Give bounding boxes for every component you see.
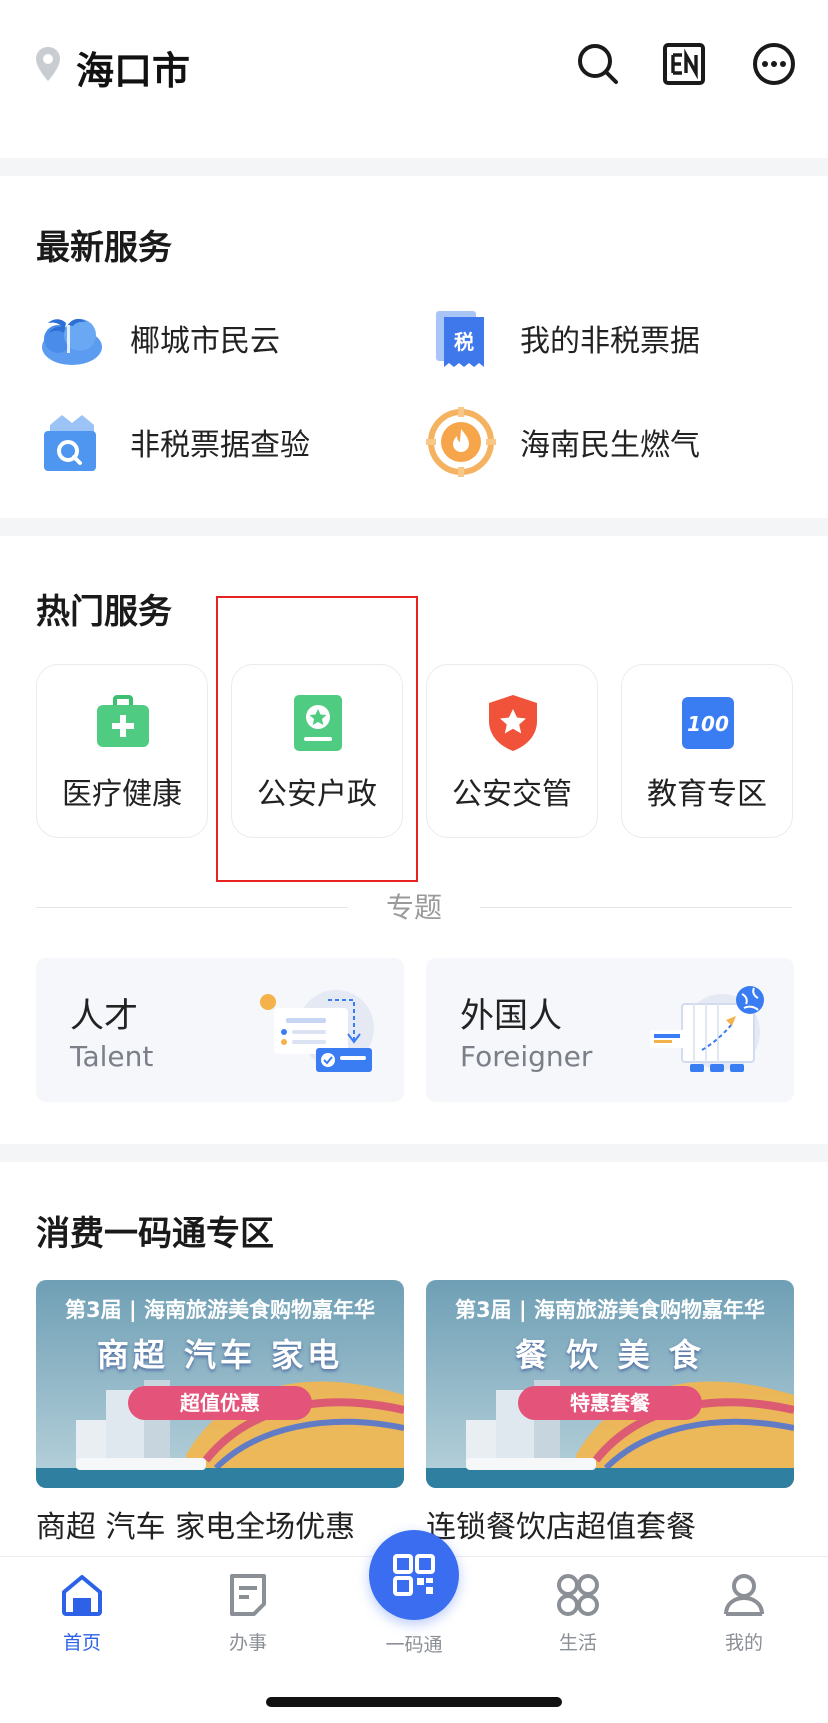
topic-subtitle: Talent — [70, 1040, 154, 1073]
home-indicator — [266, 1697, 562, 1707]
topic-title: 人才 — [70, 996, 138, 1036]
promo-banner-headline: 第3届 | 海南旅游美食购物嘉年华 — [455, 1298, 765, 1322]
grid-apps-icon — [557, 1574, 599, 1616]
section-divider — [0, 158, 828, 176]
latest-service-coconut-city-cloud[interactable]: 椰城市民云 — [36, 298, 280, 378]
user-icon — [724, 1574, 764, 1616]
topic-card-foreigner[interactable]: 外国人 Foreigner — [426, 958, 794, 1102]
section-divider — [0, 518, 828, 536]
tax-receipt-icon: 税 — [436, 311, 484, 367]
hot-service-label: 公安交管 — [452, 777, 572, 812]
header: 海口市 — [0, 0, 828, 158]
latest-services-title: 最新服务 — [36, 228, 172, 268]
svg-text:100: 100 — [687, 712, 729, 736]
police-shield-icon — [489, 695, 537, 751]
hot-service-traffic-police[interactable]: 公安交管 — [426, 664, 598, 838]
topic-subtitle: Foreigner — [460, 1040, 593, 1073]
section-divider — [0, 1144, 828, 1162]
tab-label: 办事 — [228, 1632, 267, 1654]
promo-banner-dining[interactable]: 第3届 | 海南旅游美食购物嘉年华 餐 饮 美 食 特惠套餐 — [426, 1280, 794, 1488]
location-pin-icon[interactable] — [34, 46, 62, 82]
topic-card-talent[interactable]: 人才 Talent — [36, 958, 404, 1102]
tab-label: 生活 — [558, 1632, 597, 1654]
topic-label: 专题 — [385, 891, 442, 924]
home-icon — [62, 1575, 102, 1616]
tab-home[interactable]: 首页 — [22, 1572, 142, 1668]
consumption-title: 消费一码通专区 — [36, 1214, 274, 1254]
search-icon[interactable] — [574, 40, 622, 88]
en-language-icon[interactable] — [661, 40, 709, 88]
hot-services-title: 热门服务 — [36, 592, 172, 632]
topic-title: 外国人 — [460, 996, 562, 1036]
tab-label[interactable]: 一码通 — [354, 1630, 474, 1657]
tab-life[interactable]: 生活 — [518, 1572, 638, 1668]
hot-service-label: 医疗健康 — [62, 777, 182, 812]
coconut-city-cloud-icon — [42, 318, 102, 365]
promo-banner-title: 餐 饮 美 食 — [515, 1336, 705, 1374]
latest-service-label: 我的非税票据 — [520, 324, 700, 359]
latest-service-gas[interactable]: 海南民生燃气 — [426, 402, 700, 482]
latest-service-label: 海南民生燃气 — [520, 428, 700, 463]
highlight-box — [216, 596, 418, 882]
tab-label: 首页 — [62, 1632, 101, 1654]
latest-service-receipt-search[interactable]: 非税票据查验 — [36, 402, 310, 482]
education-100-icon: 100 — [682, 697, 734, 749]
qr-code-icon — [393, 1554, 435, 1596]
promo-banner-headline: 第3届 | 海南旅游美食购物嘉年华 — [65, 1298, 375, 1322]
tab-label: 我的 — [724, 1632, 763, 1654]
talent-illustration-icon — [260, 990, 374, 1072]
city-name[interactable]: 海口市 — [76, 40, 190, 95]
tab-services[interactable]: 办事 — [188, 1572, 308, 1668]
svg-text:税: 税 — [454, 330, 474, 354]
medical-kit-icon — [97, 695, 149, 747]
tab-qr-code[interactable] — [369, 1530, 459, 1620]
latest-service-label: 椰城市民云 — [130, 324, 280, 359]
promo-banner-retail[interactable]: 第3届 | 海南旅游美食购物嘉年华 商超 汽车 家电 超值优惠 — [36, 1280, 404, 1488]
gas-flame-icon — [426, 407, 496, 477]
latest-service-label: 非税票据查验 — [130, 428, 310, 463]
latest-service-tax-receipt[interactable]: 税 我的非税票据 — [426, 298, 700, 378]
promo-banner-title: 商超 汽车 家电 — [96, 1336, 344, 1374]
more-icon[interactable] — [750, 40, 798, 88]
document-icon — [230, 1574, 266, 1616]
hot-service-label: 教育专区 — [647, 777, 767, 812]
tab-mine[interactable]: 我的 — [684, 1572, 804, 1668]
foreigner-illustration-icon — [650, 986, 764, 1072]
promo-caption[interactable]: 连锁餐饮店超值套餐 — [426, 1502, 696, 1546]
promo-caption[interactable]: 商超 汽车 家电全场优惠 — [36, 1502, 355, 1546]
hot-service-medical[interactable]: 医疗健康 — [36, 664, 208, 838]
promo-banner-pill: 特惠套餐 — [518, 1386, 702, 1420]
receipt-search-icon — [44, 415, 96, 471]
hot-service-education[interactable]: 100 教育专区 — [621, 664, 793, 838]
promo-banner-pill: 超值优惠 — [128, 1386, 312, 1420]
